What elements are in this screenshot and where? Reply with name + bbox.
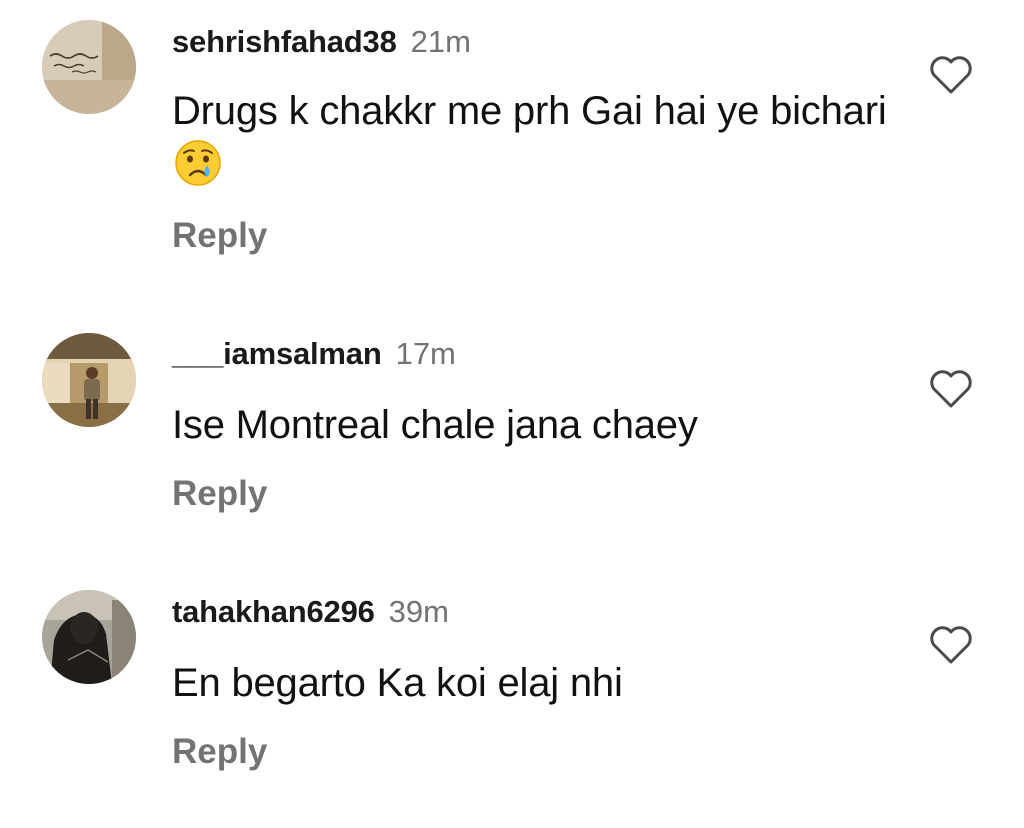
- username[interactable]: tahakhan6296: [172, 594, 375, 629]
- timestamp: 21m: [410, 24, 471, 59]
- timestamp: 17m: [395, 336, 456, 371]
- comment-text-content: Ise Montreal chale jana chaey: [172, 403, 698, 447]
- avatar-image: [42, 20, 136, 114]
- heart-outline-icon[interactable]: [928, 624, 974, 666]
- username[interactable]: sehrishfahad38: [172, 24, 397, 59]
- comment-item: ___iamsalman 17m Ise Montreal chale jana …: [0, 300, 1024, 550]
- reply-button[interactable]: Reply: [172, 214, 267, 258]
- comment-text-content: Drugs k chakkr me prh Gai hai ye bichari: [172, 89, 887, 133]
- reply-button[interactable]: Reply: [172, 730, 267, 774]
- timestamp: 39m: [388, 594, 449, 629]
- avatar[interactable]: [42, 590, 136, 684]
- reply-button[interactable]: Reply: [172, 472, 267, 516]
- comment-meta: tahakhan6296 39m: [172, 592, 449, 632]
- comment-text: En begarto Ka koi elaj nhi: [172, 656, 892, 710]
- avatar-image: [42, 333, 136, 427]
- comment-meta: ___iamsalman 17m: [172, 334, 456, 374]
- comment-item: sehrishfahad38 21m Drugs k chakkr me prh …: [0, 0, 1024, 290]
- avatar-image: [42, 590, 136, 684]
- heart-outline-icon[interactable]: [928, 368, 974, 410]
- crying-face-icon: [175, 140, 221, 186]
- comment-text: Ise Montreal chale jana chaey: [172, 398, 892, 452]
- comment-text-content: En begarto Ka koi elaj nhi: [172, 661, 623, 705]
- heart-outline-icon[interactable]: [928, 54, 974, 96]
- avatar[interactable]: [42, 20, 136, 114]
- avatar[interactable]: [42, 333, 136, 427]
- username[interactable]: ___iamsalman: [172, 336, 382, 371]
- comment-text: Drugs k chakkr me prh Gai hai ye bichari: [172, 84, 892, 192]
- comment-item: tahakhan6296 39m En begarto Ka koi elaj n…: [0, 560, 1024, 820]
- comment-meta: sehrishfahad38 21m: [172, 22, 471, 62]
